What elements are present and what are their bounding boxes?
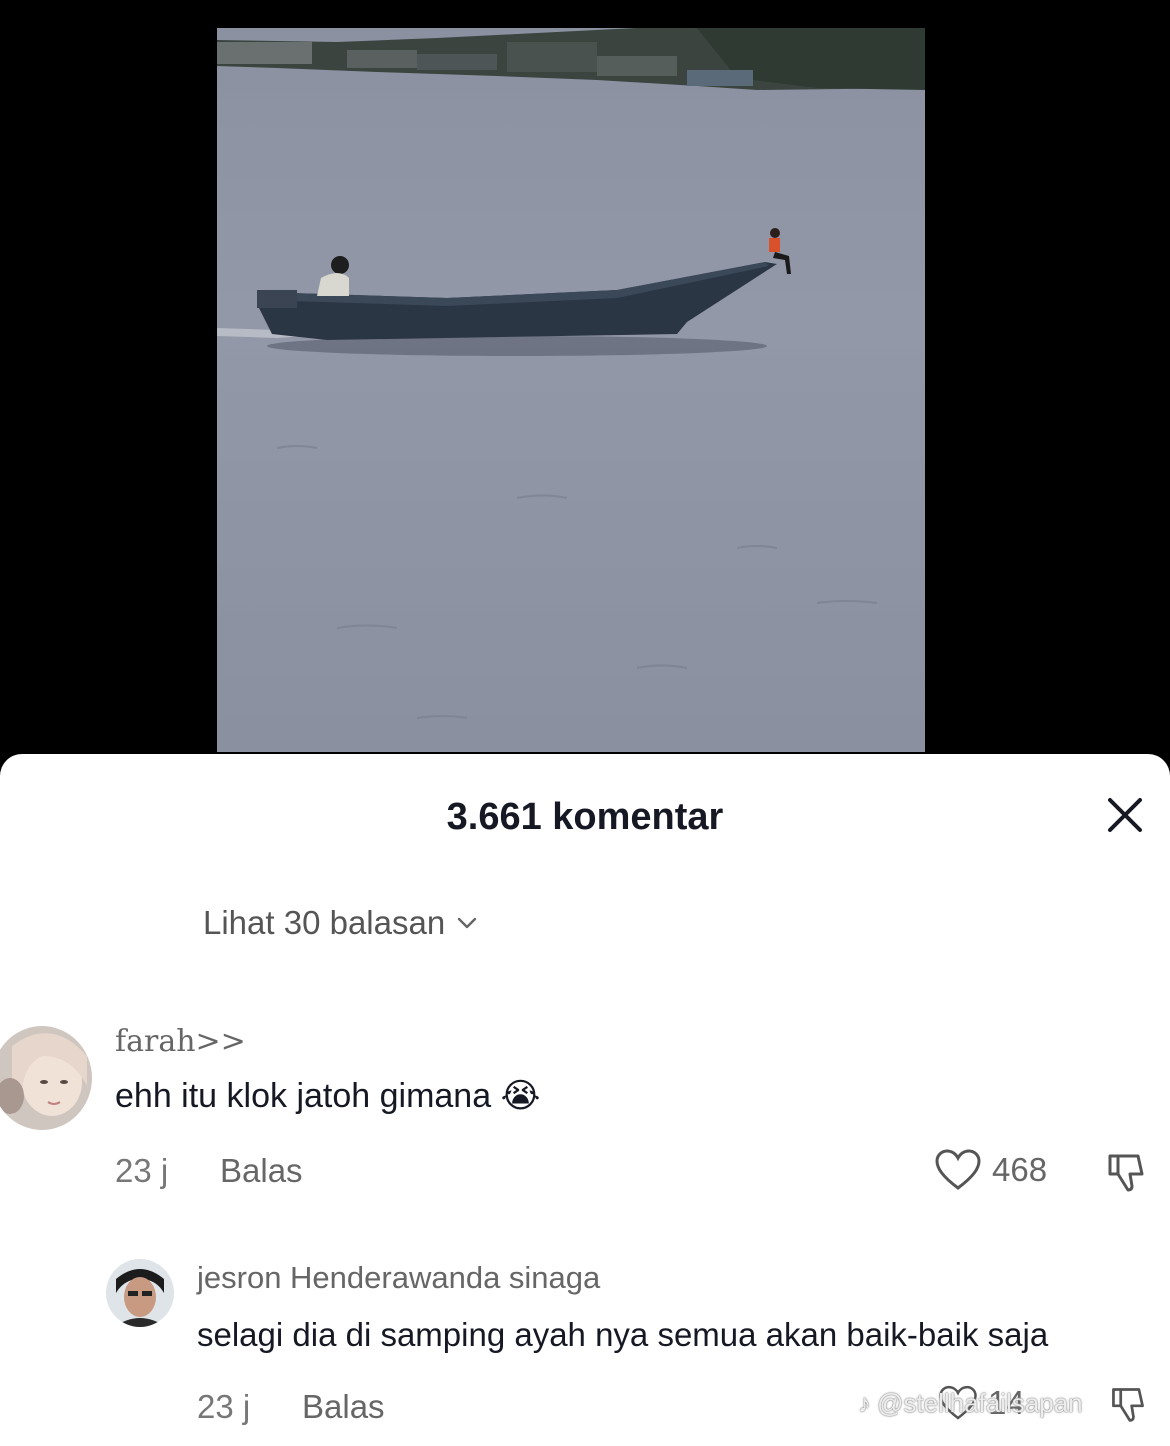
dislike-icon[interactable]: [1104, 1150, 1148, 1194]
video-frame: [217, 28, 925, 752]
comment-username[interactable]: jesron Henderawanda sinaga: [197, 1260, 600, 1296]
comment-text: ehh itu klok jatoh gimana 😭: [115, 1076, 540, 1116]
reply-button[interactable]: Balas: [220, 1152, 303, 1190]
heart-icon: [935, 1149, 981, 1190]
comment-timestamp: 23 j: [115, 1152, 169, 1189]
chevron-down-icon: [458, 917, 477, 929]
tiktok-logo-icon: ♪: [858, 1388, 871, 1418]
comment-text-body: ehh itu klok jatoh gimana: [115, 1077, 492, 1115]
avatar[interactable]: [0, 1026, 92, 1130]
crying-emoji: 😭: [500, 1077, 541, 1115]
comments-sheet: 3.661 komentar Lihat 30 balasan farah>> …: [0, 754, 1170, 1446]
boat-scene: [217, 28, 925, 752]
comment-username[interactable]: farah>>: [115, 1024, 246, 1059]
comments-count-title: 3.661 komentar: [446, 796, 724, 838]
watermark-handle: @stellhafailsapan: [877, 1388, 1083, 1418]
reply-button[interactable]: Balas: [302, 1388, 385, 1426]
like-button[interactable]: 468: [934, 1148, 1047, 1192]
video-player[interactable]: [0, 0, 1170, 760]
dislike-icon[interactable]: [1108, 1384, 1148, 1424]
like-count: 468: [992, 1151, 1048, 1188]
view-replies-button[interactable]: Lihat 30 balasan: [203, 904, 479, 942]
comment-text: selagi dia di samping ayah nya semua aka…: [197, 1316, 1049, 1353]
view-replies-label: Lihat 30 balasan: [203, 904, 446, 941]
close-icon[interactable]: [1100, 790, 1150, 840]
avatar[interactable]: [106, 1259, 174, 1327]
tiktok-watermark: ♪ @stellhafailsapan: [858, 1388, 1083, 1419]
comment-timestamp: 23 j: [197, 1388, 251, 1425]
